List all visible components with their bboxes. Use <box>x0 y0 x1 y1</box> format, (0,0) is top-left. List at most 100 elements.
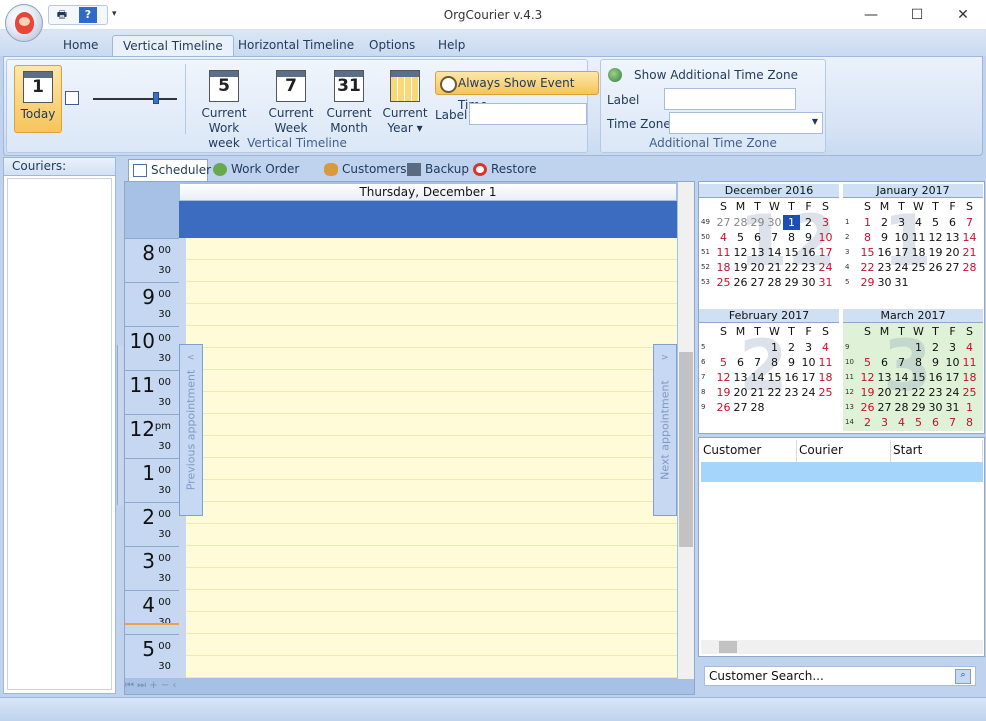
day-cell[interactable]: 15 <box>859 245 876 260</box>
day-cell[interactable]: 21 <box>893 385 910 400</box>
day-cell[interactable]: 20 <box>732 385 749 400</box>
day-cell[interactable]: 24 <box>800 385 817 400</box>
calendar-small-icon[interactable] <box>65 91 79 105</box>
column-customer[interactable]: Customer <box>701 440 797 462</box>
day-cell[interactable]: 15 <box>766 370 783 385</box>
day-cell[interactable]: 17 <box>800 370 817 385</box>
day-cell[interactable]: 3 <box>876 415 893 430</box>
day-cell[interactable]: 8 <box>910 355 927 370</box>
day-cell[interactable]: 27 <box>876 400 893 415</box>
day-cell[interactable]: 5 <box>715 355 732 370</box>
tab-home[interactable]: Home <box>53 35 108 57</box>
day-cell[interactable]: 19 <box>927 245 944 260</box>
previous-appointment-button[interactable]: < Previous appointment <box>179 344 203 516</box>
day-cell[interactable]: 1 <box>961 400 978 415</box>
day-cell[interactable]: 16 <box>876 245 893 260</box>
day-cell[interactable]: 27 <box>749 275 766 290</box>
scheduler-scrollbar[interactable] <box>678 182 694 679</box>
day-cell[interactable]: 1 <box>859 215 876 230</box>
day-cell[interactable]: 12 <box>927 230 944 245</box>
day-cell[interactable]: 9 <box>800 230 817 245</box>
day-cell[interactable]: 23 <box>876 260 893 275</box>
tab-options[interactable]: Options <box>359 35 425 57</box>
day-cell[interactable]: 5 <box>927 215 944 230</box>
tab-scheduler[interactable]: Scheduler <box>128 159 211 181</box>
day-cell[interactable]: 3 <box>944 340 961 355</box>
current-week-button[interactable]: 7 Current Week <box>263 70 319 136</box>
day-cell[interactable]: 11 <box>961 355 978 370</box>
day-cell[interactable]: 24 <box>893 260 910 275</box>
day-cell[interactable]: 2 <box>859 415 876 430</box>
month-calendar[interactable]: March 2017 3 S M T W T F S 1 2 3 4 5 6 7 8 9 10 11 12 13 14 15 1… <box>843 309 983 431</box>
day-cell[interactable]: 20 <box>944 245 961 260</box>
always-show-event-time-button[interactable]: Always Show Event Time <box>435 71 599 112</box>
day-cell[interactable]: 9 <box>927 355 944 370</box>
day-cell[interactable]: 9 <box>783 355 800 370</box>
month-calendar[interactable]: February 2017 2 S M T W T F S 1 2 3 4 5 6 7 8 9 10 11 12 13 14… <box>699 309 839 431</box>
day-cell[interactable]: 4 <box>817 340 834 355</box>
day-cell[interactable]: 29 <box>783 275 800 290</box>
day-cell[interactable]: 10 <box>817 230 834 245</box>
customer-grid[interactable]: Customer Courier Start <box>698 437 985 657</box>
day-cell[interactable]: 10 <box>944 355 961 370</box>
day-cell[interactable]: 28 <box>893 400 910 415</box>
day-cell[interactable]: 12 <box>859 370 876 385</box>
day-cell[interactable]: 5 <box>732 230 749 245</box>
current-month-button[interactable]: 31 Current Month <box>321 70 377 136</box>
day-cell[interactable]: 3 <box>800 340 817 355</box>
day-cell[interactable]: 8 <box>859 230 876 245</box>
day-cell[interactable]: 14 <box>961 230 978 245</box>
all-day-area[interactable] <box>179 201 677 238</box>
day-cell[interactable]: 8 <box>766 355 783 370</box>
day-cell[interactable]: 14 <box>766 245 783 260</box>
day-cell[interactable]: 30 <box>927 400 944 415</box>
column-courier[interactable]: Courier <box>797 440 891 462</box>
time-slots-grid[interactable] <box>179 238 677 678</box>
label-input[interactable] <box>469 103 587 125</box>
day-cell[interactable]: 23 <box>783 385 800 400</box>
day-cell[interactable]: 30 <box>876 275 893 290</box>
day-cell[interactable]: 26 <box>859 400 876 415</box>
month-calendar[interactable]: January 2017 1 S M T W T F S 1 2 3 4 5 6 7 8 9 10 11 12 13 14 1… <box>843 184 983 306</box>
application-menu-button[interactable] <box>5 4 43 42</box>
day-cell[interactable]: 17 <box>944 370 961 385</box>
day-cell[interactable]: 18 <box>817 370 834 385</box>
day-cell[interactable]: 25 <box>910 260 927 275</box>
day-cell[interactable]: 26 <box>927 260 944 275</box>
day-cell[interactable]: 13 <box>944 230 961 245</box>
day-cell[interactable]: 15 <box>783 245 800 260</box>
binoculars-icon[interactable]: ⌕ <box>955 669 971 684</box>
day-cell[interactable]: 31 <box>944 400 961 415</box>
grid-horizontal-scrollbar[interactable] <box>701 640 983 654</box>
tab-customers[interactable]: Customers <box>320 159 407 181</box>
tab-horizontal-timeline[interactable]: Horizontal Timeline <box>228 35 364 57</box>
tab-restore[interactable]: Restore <box>469 159 539 181</box>
day-cell[interactable]: 3 <box>893 215 910 230</box>
day-cell[interactable]: 23 <box>800 260 817 275</box>
day-cell[interactable]: 18 <box>715 260 732 275</box>
day-cell[interactable]: 18 <box>961 370 978 385</box>
day-cell[interactable]: 14 <box>893 370 910 385</box>
day-cell[interactable]: 22 <box>766 385 783 400</box>
today-button[interactable]: 1 Today <box>14 65 62 133</box>
day-cell[interactable]: 4 <box>910 215 927 230</box>
day-cell[interactable]: 19 <box>715 385 732 400</box>
day-cell[interactable]: 27 <box>732 400 749 415</box>
date-navigator[interactable]: ◀ ▶ December 201612SMTWTFS27282930123456… <box>698 181 985 434</box>
day-cell[interactable]: 5 <box>859 355 876 370</box>
day-cell[interactable]: 25 <box>961 385 978 400</box>
day-cell[interactable]: 13 <box>732 370 749 385</box>
day-cell[interactable]: 26 <box>732 275 749 290</box>
day-cell[interactable]: 17 <box>893 245 910 260</box>
current-year-button[interactable]: Current Year ▾ <box>377 70 433 136</box>
day-cell[interactable]: 11 <box>910 230 927 245</box>
day-cell[interactable]: 28 <box>961 260 978 275</box>
time-zone-select[interactable]: ▼ <box>669 112 823 134</box>
day-cell[interactable]: 21 <box>749 385 766 400</box>
customer-search-input[interactable]: Customer Search... <box>704 666 976 686</box>
day-cell[interactable]: 16 <box>927 370 944 385</box>
day-cell[interactable]: 7 <box>749 355 766 370</box>
day-cell[interactable]: 4 <box>961 340 978 355</box>
day-cell[interactable]: 15 <box>910 370 927 385</box>
day-cell[interactable]: 24 <box>817 260 834 275</box>
